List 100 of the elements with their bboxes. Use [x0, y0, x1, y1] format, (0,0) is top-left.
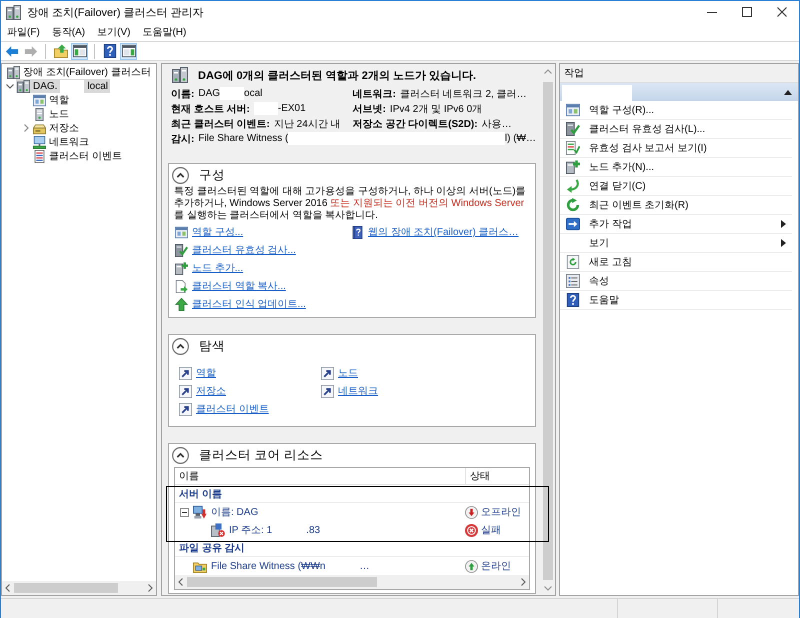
properties-icon: [566, 274, 580, 288]
curved-arrow-icon: [566, 179, 580, 193]
link[interactable]: 노드: [338, 366, 358, 380]
menu-item[interactable]: 동작(A): [46, 23, 92, 41]
horizontal-scrollbar[interactable]: [175, 575, 529, 589]
field-label: 저장소 공간 다이렉트(S2D):: [352, 118, 478, 130]
tree-item[interactable]: 장애 조치(Failover) 클러스터: [6, 65, 153, 79]
refresh-icon: [566, 255, 580, 269]
link[interactable]: 역할 구성...: [192, 225, 244, 239]
network-icon: [33, 136, 46, 148]
tree-item[interactable]: 클러스터 이벤트: [32, 149, 124, 163]
section-title: 구성: [199, 166, 225, 184]
chevron-up-icon[interactable]: [544, 69, 552, 74]
collapse-icon[interactable]: [172, 446, 189, 464]
link[interactable]: 역할: [196, 366, 216, 380]
tree-item[interactable]: 저장소: [32, 121, 81, 135]
link[interactable]: 저장소: [196, 384, 226, 398]
arrow-box-icon: [566, 217, 580, 231]
action-item[interactable]: 속성: [560, 272, 792, 291]
field-label: 감시:: [171, 132, 194, 146]
server-icon: [33, 108, 46, 120]
up-level-button[interactable]: [52, 42, 69, 60]
network-card-icon: [211, 523, 225, 537]
disk-drive-icon: [33, 122, 46, 134]
status-text: 오프라인: [481, 506, 521, 519]
tree-item[interactable]: 노드: [32, 107, 71, 121]
window-icon: [566, 103, 580, 117]
tree-item[interactable]: 네트워크: [32, 135, 91, 149]
error-icon: [465, 524, 478, 536]
link[interactable]: 클러스터 역할 복사...: [192, 279, 286, 293]
action-item[interactable]: 역할 구성(R)...: [560, 101, 792, 120]
action-item[interactable]: 새로 고침: [560, 253, 792, 272]
link[interactable]: 네트워크: [338, 384, 378, 398]
field-label: 네트워크:: [352, 88, 396, 100]
action-item[interactable]: 추가 작업: [560, 215, 792, 234]
resource-name: 이름: DAG: [211, 506, 258, 519]
server-plus-icon: [175, 262, 188, 274]
link[interactable]: 클러스터 이벤트: [196, 402, 269, 416]
server-check-icon: [566, 122, 580, 136]
scrollbar-thumb[interactable]: [543, 82, 553, 580]
tree-toggle-button[interactable]: [71, 42, 88, 60]
maximize-icon: [742, 7, 752, 17]
field-value: DAG: [198, 88, 220, 99]
menu-item[interactable]: 보기(V): [91, 23, 136, 41]
servers-icon: [171, 67, 189, 83]
arrow-right-icon: [24, 44, 38, 58]
action-item[interactable]: 보기: [560, 234, 792, 253]
page-arrow-icon: [175, 280, 188, 292]
group-header: 서버 이름: [175, 485, 529, 503]
folder-arrow-icon: [54, 44, 68, 58]
field-value: File Share Witness (: [198, 133, 288, 144]
caret-up-icon[interactable]: [784, 90, 792, 95]
section-title: 클러스터 코어 리소스: [199, 446, 323, 464]
redaction-block: [60, 80, 84, 92]
field-value: -EX01: [278, 103, 306, 114]
summary-title: DAG에 0개의 클러스터된 역할과 2개의 노드가 있습니다.: [198, 68, 476, 82]
link[interactable]: 노드 추가...: [192, 261, 244, 275]
scrollbar-thumb[interactable]: [14, 583, 118, 593]
action-item[interactable]: 도움말: [560, 291, 792, 310]
collapse-icon[interactable]: [172, 166, 189, 184]
action-item[interactable]: 연결 닫기(C): [560, 177, 792, 196]
field-value: l) (₩…: [504, 133, 536, 144]
pane-header: 작업: [560, 64, 798, 83]
status-text: 실패: [481, 524, 501, 537]
window-title: 장애 조치(Failover) 클러스터 관리자: [27, 6, 204, 20]
chevron-left-icon[interactable]: [5, 584, 10, 592]
menu-item[interactable]: 파일(F): [1, 23, 46, 41]
action-item[interactable]: 최근 이벤트 초기화(R): [560, 196, 792, 215]
redaction-block: [562, 84, 632, 100]
circular-arrow-icon: [566, 198, 580, 212]
checklist-icon: [566, 141, 580, 155]
chevron-left-icon[interactable]: [178, 578, 183, 586]
chevron-down-icon[interactable]: [6, 84, 14, 88]
action-pane-button[interactable]: [120, 42, 137, 60]
field-value: IPv4 2개 및 IPv6 0개: [390, 102, 482, 116]
link[interactable]: 웹의 장애 조치(Failover) 클러스…: [368, 225, 519, 239]
status-text: 온라인: [481, 560, 511, 573]
minus-box-icon[interactable]: [180, 508, 188, 516]
field-value: ocal: [244, 88, 262, 99]
tree-item[interactable]: 역할: [32, 93, 71, 107]
horizontal-scrollbar[interactable]: [2, 581, 156, 595]
action-item[interactable]: 유효성 검사 보고서 보기(I): [560, 139, 792, 158]
link[interactable]: 클러스터 인식 업데이트...: [192, 297, 306, 311]
resource-name: File Share Witness (₩₩n: [211, 560, 326, 572]
scrollbar-thumb[interactable]: [187, 577, 377, 587]
tree-item[interactable]: DAG. local: [16, 79, 110, 93]
computer-icon: [193, 505, 207, 519]
link[interactable]: 클러스터 유효성 검사...: [192, 243, 296, 257]
action-item[interactable]: 클러스터 유효성 검사(L)...: [560, 120, 792, 139]
field-label: 최근 클러스터 이벤트:: [171, 118, 270, 130]
collapse-icon[interactable]: [172, 338, 189, 354]
chevron-right-icon[interactable]: [521, 578, 526, 586]
window-icon: [175, 226, 188, 238]
action-item[interactable]: 노드 추가(N)...: [560, 158, 792, 177]
chevron-right-icon[interactable]: [148, 584, 153, 592]
up-arrow-icon: [175, 298, 188, 310]
chevron-right-icon[interactable]: [24, 124, 28, 132]
help-button[interactable]: [101, 42, 118, 60]
menu-item[interactable]: 도움말(H): [136, 23, 192, 41]
server-plus-icon: [566, 160, 580, 174]
